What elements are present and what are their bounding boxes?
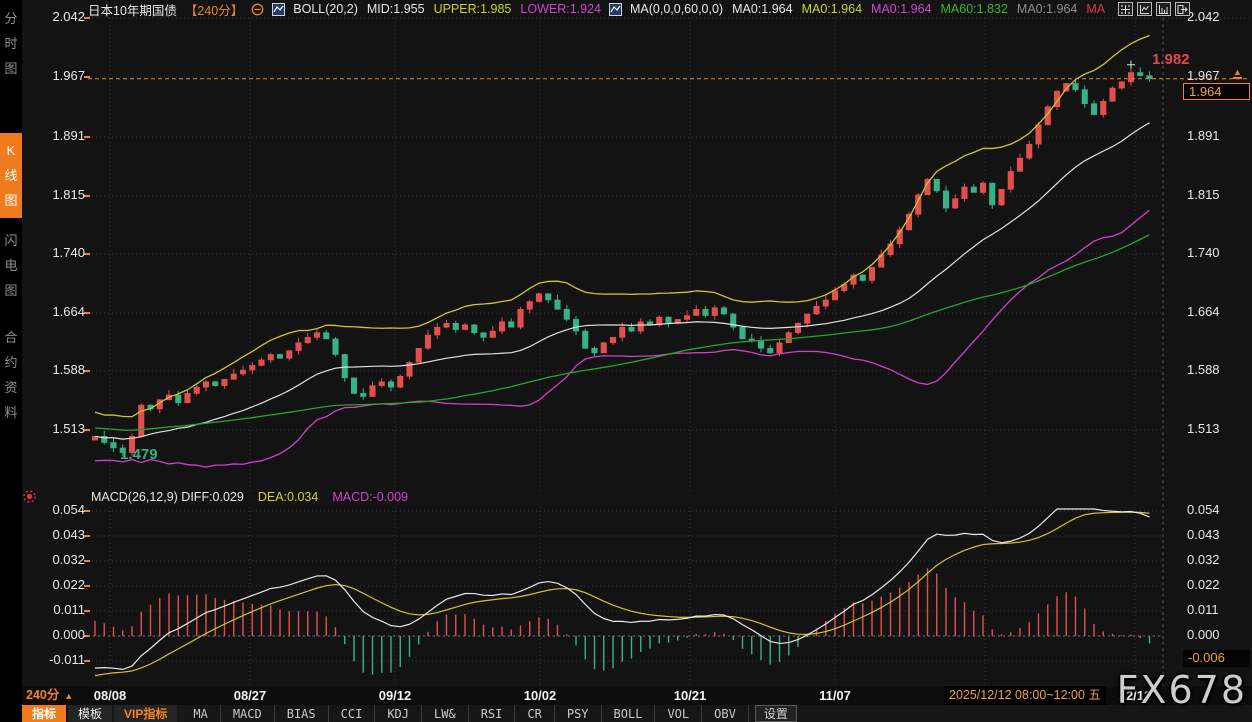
ma-legend-item-4: MA0:1.964 (871, 2, 931, 16)
left-sidebar: 分时图 K线图闪电图合约资料 (0, 0, 22, 722)
macd-tick-left: 0.022 (21, 577, 85, 592)
price-scale-arrow-icon[interactable]: ▲ (1233, 68, 1242, 79)
toolbar-tab-设置[interactable]: 设置 (755, 705, 797, 722)
sidebar-item-2[interactable]: K线图 (0, 133, 22, 218)
ma-mini-chart-icon[interactable] (609, 3, 622, 16)
macd-tick-right: 0.054 (1187, 502, 1220, 517)
toolbar-tab-PSY[interactable]: PSY (555, 705, 602, 722)
toolbar-tab-MACD[interactable]: MACD (221, 705, 275, 722)
price-tick-right: 1.588 (1187, 362, 1220, 377)
boll-mini-chart-icon[interactable] (272, 3, 285, 16)
ma-legend-item-7: MA (1086, 2, 1105, 16)
macd-tick-right: 0.022 (1187, 577, 1220, 592)
macd-legend-item-2: DEA:0.034 (258, 490, 318, 504)
macd-tick-left: 0.011 (21, 602, 85, 617)
watermark: FX678 (1117, 668, 1247, 712)
toolbar-tab-VOL[interactable]: VOL (655, 705, 702, 722)
toolbar-tab-指标[interactable]: 指标 (22, 705, 66, 722)
boll-legend-item-4: LOWER:1.924 (520, 2, 601, 16)
price-tick-right: 1.740 (1187, 245, 1220, 260)
price-tick-right: 1.664 (1187, 304, 1220, 319)
macd-legend-item-1: MACD(26,12,9) DIFF:0.029 (91, 490, 244, 504)
boll-legend-item-3: UPPER:1.985 (434, 2, 512, 16)
macd-legend: MACD(26,12,9) DIFF:0.029 DEA:0.034 MACD:-0… (91, 490, 408, 504)
ma-legend-item-6: MA0:1.964 (1017, 2, 1077, 16)
circled-minus-icon[interactable] (251, 3, 264, 16)
ma-legend-item-5: MA60:1.832 (941, 2, 1008, 16)
macd-tick-left: 0.000 (21, 627, 85, 642)
price-tick-left: 1.740 (21, 245, 85, 260)
indicator-toolbar: 指标模板VIP指标MAMACDBIASCCIKDJLW&RSICRPSYBOLL… (22, 705, 1252, 722)
session-time-label: 2025/12/12 08:00~12:00 五 (944, 686, 1106, 705)
date-label-09/12: 09/12 (367, 686, 423, 705)
date-label-11/07: 11/07 (807, 686, 863, 705)
price-tick-left: 1.664 (21, 304, 85, 319)
price-tick-right: 1.513 (1187, 421, 1220, 436)
price-tick-left: 1.513 (21, 421, 85, 436)
macd-tick-right: 0.043 (1187, 527, 1220, 542)
macd-tick-right: 0.032 (1187, 552, 1220, 567)
current-price-tag: 1.964 (1183, 83, 1250, 100)
date-label-08/08: 08/08 (82, 686, 138, 705)
date-label-08/27: 08/27 (222, 686, 278, 705)
toolbar-tab-模板[interactable]: 模板 (68, 705, 112, 722)
price-tick-left: 2.042 (21, 9, 85, 24)
toolbar-tab-RSI[interactable]: RSI (469, 705, 516, 722)
macd-tick-left: 0.043 (21, 527, 85, 542)
macd-tick-right: 0.000 (1187, 627, 1220, 642)
macd-legend-item-3: MACD:-0.009 (332, 490, 408, 504)
exit-chart-icon[interactable] (1175, 2, 1190, 16)
axis-line-chart-icon[interactable] (1137, 2, 1152, 16)
toolbar-tab-CR[interactable]: CR (515, 705, 554, 722)
live-indicator-icon (22, 489, 37, 509)
current-macd-tag: -0.006 (1183, 650, 1250, 667)
axis-bar-chart-icon[interactable] (1156, 2, 1171, 16)
ma-legend-item-3: MA0:1.964 (802, 2, 862, 16)
price-tick-left: 1.891 (21, 128, 85, 143)
price-tick-right: 1.967 (1187, 68, 1220, 83)
chart-window-controls (1118, 2, 1190, 16)
price-tick-right: 1.891 (1187, 128, 1220, 143)
price-tick-left: 1.815 (21, 187, 85, 202)
sidebar-item-1[interactable]: 分时图 (0, 6, 22, 81)
candlestick-chart-canvas[interactable] (0, 0, 1252, 722)
time-axis-row: 240分▲ 2025/12/12 08:00~12:00 五 08/08 08/2… (0, 686, 1252, 705)
boll-legend-item-1: BOLL(20,2) (293, 2, 358, 16)
instrument-title: 日本10年期国债 (88, 0, 177, 19)
trading-app-window: 分时图 K线图闪电图合约资料 日本10年期国债 【240分】 BOLL(20,2)… (0, 0, 1252, 722)
macd-tick-right: 0.011 (1187, 602, 1219, 617)
toolbar-tab-KDJ[interactable]: KDJ (375, 705, 422, 722)
price-tick-left: 1.588 (21, 362, 85, 377)
toolbar-tab-VIP指标[interactable]: VIP指标 (114, 705, 177, 722)
sidebar-item-3[interactable]: 闪电图 (0, 228, 22, 303)
period-label: 【240分】 (185, 0, 243, 19)
boll-legend-item-2: MID:1.955 (367, 2, 425, 16)
boll-legend: BOLL(20,2) MID:1.955 UPPER:1.985 LOWER:1.92… (293, 2, 601, 16)
date-label-10/21: 10/21 (662, 686, 718, 705)
price-tick-right: 2.042 (1187, 9, 1220, 24)
macd-tick-left: 0.032 (21, 552, 85, 567)
ma-legend-item-1: MA(0,0,0,60,0,0) (630, 2, 723, 16)
toolbar-tab-OBV[interactable]: OBV (702, 705, 749, 722)
date-label-10/02: 10/02 (512, 686, 568, 705)
toolbar-tab-BOLL[interactable]: BOLL (602, 705, 656, 722)
price-tick-left: 1.967 (21, 68, 85, 83)
recent-high-label: 1.982 (1152, 51, 1190, 68)
macd-tick-left: -0.011 (21, 652, 85, 667)
recent-low-label: 1.479 (120, 446, 158, 463)
toolbar-tab-LW&[interactable]: LW& (422, 705, 469, 722)
move-icon[interactable] (1118, 2, 1133, 16)
toolbar-tab-BIAS[interactable]: BIAS (275, 705, 329, 722)
ma-legend: MA(0,0,0,60,0,0) MA0:1.964 MA0:1.964 MA0:1.… (630, 2, 1105, 16)
sidebar-item-4[interactable]: 合约资料 (0, 325, 22, 425)
ma-legend-item-2: MA0:1.964 (732, 2, 792, 16)
price-tick-right: 1.815 (1187, 187, 1220, 202)
toolbar-tab-CCI[interactable]: CCI (329, 705, 376, 722)
toolbar-tab-MA[interactable]: MA (181, 705, 220, 722)
period-badge[interactable]: 240分▲ (26, 686, 73, 706)
period-expand-icon: ▲ (64, 691, 73, 701)
chart-header: 日本10年期国债 【240分】 BOLL(20,2) MID:1.955 UPPER… (88, 1, 1105, 17)
